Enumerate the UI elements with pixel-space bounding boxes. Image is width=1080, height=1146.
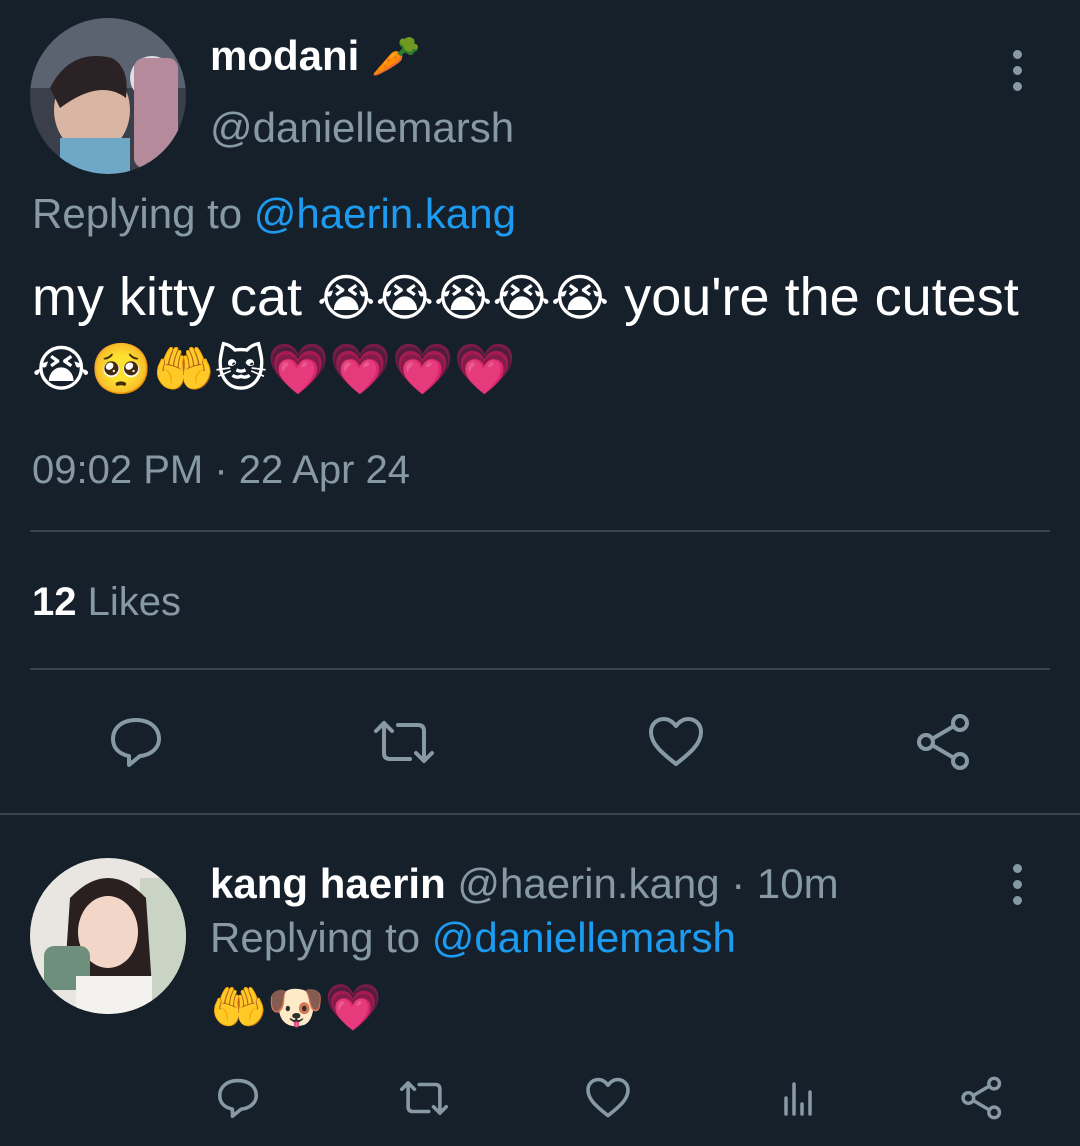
reply-time-ago[interactable]: 10m <box>757 860 839 907</box>
reply-author-display-name[interactable]: kang haerin <box>210 860 446 907</box>
vertical-dots-icon <box>1012 49 1022 59</box>
speech-bubble-icon <box>111 718 161 767</box>
reply-retweet-button[interactable] <box>394 1070 454 1126</box>
heart-icon <box>649 717 703 766</box>
tweet-emoji-group-2: 😭🥺🤲🐱💗💗💗💗 <box>32 340 517 398</box>
heart-icon <box>586 1077 630 1118</box>
reply-author-handle[interactable]: @haerin.kang <box>457 860 719 907</box>
divider <box>30 530 1050 532</box>
bar-chart-icon <box>784 1082 812 1116</box>
retweet-button[interactable] <box>366 710 442 774</box>
share-icon <box>917 714 969 770</box>
reply-text: 🤲🐶💗 <box>210 980 382 1034</box>
replying-to-handle-link[interactable]: @haerin.kang <box>254 190 516 237</box>
author-display-name[interactable]: modani 🥕 <box>210 32 421 80</box>
avatar-kang-haerin[interactable] <box>30 858 186 1014</box>
likes-stat[interactable]: 12 Likes <box>32 580 181 625</box>
tweet-emoji-group-1: 😭😭😭😭😭 <box>317 269 610 327</box>
reply-share-button[interactable] <box>954 1070 1010 1126</box>
retweet-icon <box>374 721 434 763</box>
divider <box>30 668 1050 670</box>
tweet-text: my kitty cat 😭😭😭😭😭 you're the cutest 😭🥺🤲… <box>32 267 1019 398</box>
reply-replying-to-handle-link[interactable]: @daniellemarsh <box>432 914 736 961</box>
section-divider <box>0 813 1080 815</box>
tweet-timestamp[interactable]: 09:02 PM · 22 Apr 24 <box>32 448 410 493</box>
likes-label: Likes <box>87 580 182 624</box>
reply-replying-to-line: Replying to @daniellemarsh <box>210 914 736 961</box>
avatar-modani[interactable] <box>30 18 186 174</box>
reply-header: kang haerin @haerin.kang · 10m <box>210 860 839 908</box>
reply-analytics-button[interactable] <box>770 1070 826 1126</box>
reply-button[interactable] <box>100 710 172 774</box>
tweet-menu-button[interactable] <box>997 42 1037 98</box>
author-handle[interactable]: @daniellemarsh <box>210 104 514 152</box>
avatar-image <box>30 18 186 174</box>
replying-to-line: Replying to @haerin.kang <box>32 190 516 237</box>
retweet-icon <box>399 1081 449 1115</box>
reply-menu-button[interactable] <box>997 856 1037 912</box>
vertical-dots-icon <box>1012 863 1022 873</box>
likes-count: 12 <box>32 580 77 624</box>
reply-like-button[interactable] <box>580 1070 636 1126</box>
avatar-image <box>30 858 186 1014</box>
speech-bubble-icon <box>217 1078 259 1119</box>
share-icon <box>961 1076 1002 1120</box>
carrot-emoji: 🥕 <box>371 34 421 80</box>
like-button[interactable] <box>640 710 712 774</box>
reply-reply-button[interactable] <box>210 1070 266 1126</box>
share-button[interactable] <box>908 710 980 774</box>
reply-separator: · <box>731 860 746 907</box>
